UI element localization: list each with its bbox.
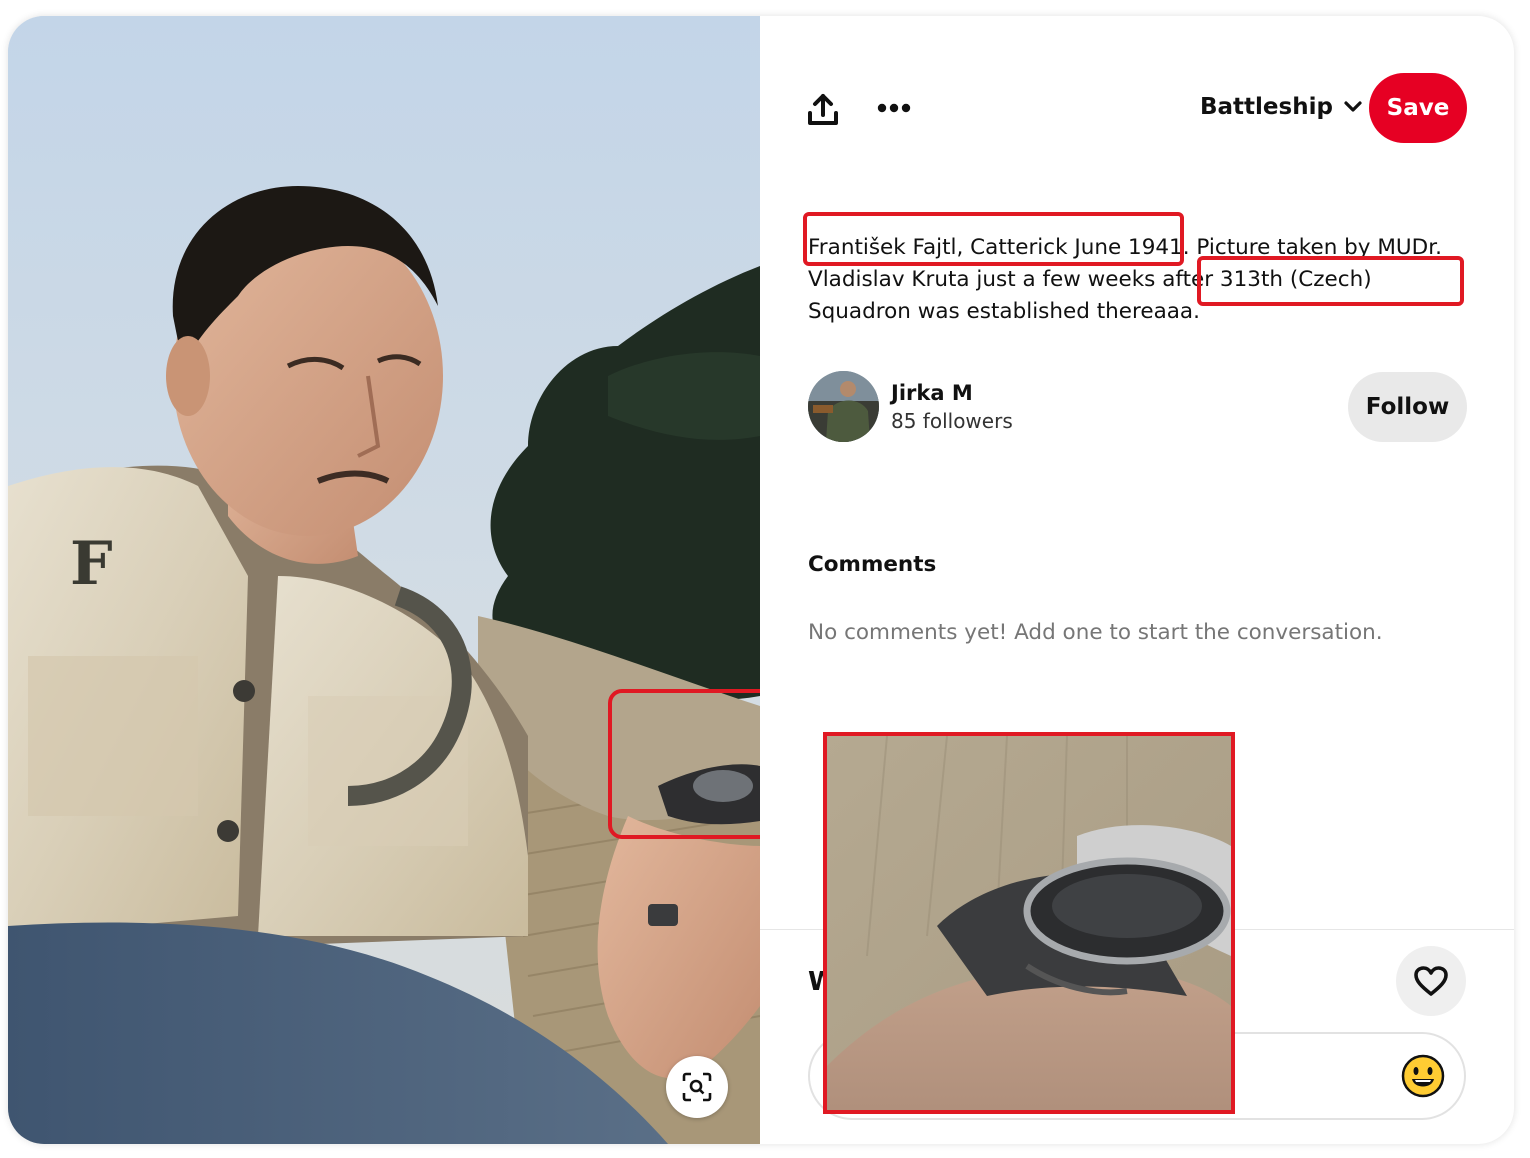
name-date-highlight-box: [803, 212, 1184, 266]
chevron-down-icon: [1344, 101, 1362, 112]
description-ending: was established thereaaa.: [910, 299, 1200, 324]
avatar-image: [808, 371, 879, 442]
creator-followers: 85 followers: [891, 408, 1013, 433]
wrist-highlight-box: [608, 689, 760, 839]
zoomed-watch-image: [827, 736, 1231, 1110]
emoji-smile-icon: [1401, 1054, 1445, 1098]
like-button[interactable]: [1396, 946, 1466, 1016]
save-button[interactable]: Save: [1369, 73, 1467, 143]
portrait-photo: F: [8, 16, 760, 1144]
visual-search-icon: [682, 1072, 712, 1102]
emoji-button[interactable]: [1400, 1053, 1446, 1099]
zoomed-watch-inset: [823, 732, 1235, 1114]
no-comments-message: No comments yet! Add one to start the co…: [808, 620, 1383, 645]
follow-button[interactable]: Follow: [1348, 372, 1467, 442]
creator-name[interactable]: Jirka M: [891, 381, 1013, 405]
squadron-highlight-box: [1197, 256, 1464, 306]
share-button[interactable]: [799, 86, 847, 134]
pin-image[interactable]: F: [8, 16, 760, 1144]
heart-icon: [1414, 966, 1448, 996]
svg-text:F: F: [70, 529, 113, 599]
visual-search-button[interactable]: [666, 1056, 728, 1118]
share-upload-icon: [808, 94, 838, 125]
board-selector[interactable]: Battleship: [1200, 94, 1363, 120]
avatar[interactable]: [808, 371, 879, 442]
more-options-icon: [877, 103, 911, 113]
more-options-button[interactable]: [870, 84, 918, 132]
creator-row[interactable]: Jirka M 85 followers: [808, 371, 1013, 442]
pin-card: F Battleship Save František Fajtl, Catte…: [8, 16, 1514, 1144]
board-name: Battleship: [1200, 94, 1333, 120]
comments-heading: Comments: [808, 552, 937, 577]
